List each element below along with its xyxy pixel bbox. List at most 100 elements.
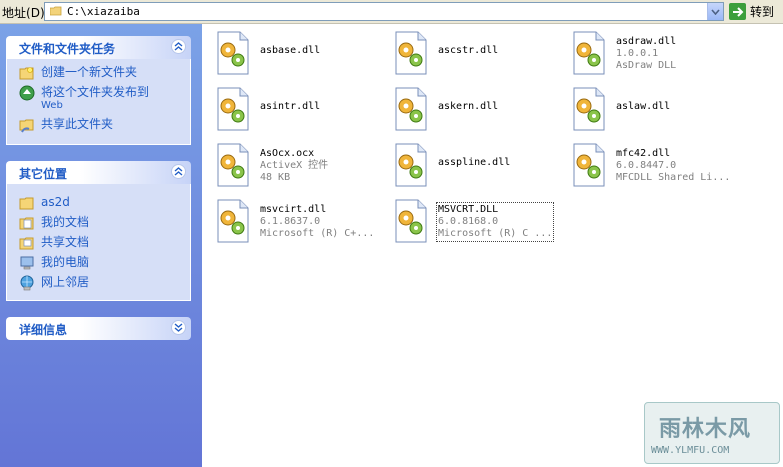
collapse-icon[interactable] <box>171 164 186 179</box>
ocx-file-icon <box>217 143 249 187</box>
place-label: as2d <box>41 195 70 209</box>
file-text: asspline.dll <box>438 157 510 169</box>
file-text: msvcirt.dll 6.1.8637.0 Microsoft (R) C+.… <box>260 204 374 240</box>
dll-file-icon <box>573 143 605 187</box>
file-name: aslaw.dll <box>616 101 671 112</box>
address-bar: 地址(D) C:\xiazaiba 转到 <box>0 0 783 24</box>
address-shortcut: (D) <box>26 6 45 20</box>
watermark-logo: 雨林木风 WWW.YLMFU.COM <box>644 402 780 464</box>
file-text: MSVCRT.DLL 6.0.8168.0 Microsoft (R) C ..… <box>435 202 555 242</box>
other-places-header[interactable]: 其它位置 <box>6 161 191 184</box>
dll-file-icon <box>217 31 249 75</box>
file-type: ActiveX 控件 <box>260 160 329 171</box>
task-label: 创建一个新文件夹 <box>41 65 138 79</box>
place-my-documents[interactable]: 我的文档 <box>7 213 190 233</box>
task-label: 共享此文件夹 <box>41 117 114 131</box>
file-item[interactable]: aslaw.dll <box>558 83 728 135</box>
file-version: 6.0.8447.0 <box>616 160 677 171</box>
file-name: mfc42.dll <box>616 148 671 159</box>
file-text: ascstr.dll <box>438 45 498 57</box>
place-label: 我的电脑 <box>41 255 90 269</box>
file-text: askern.dll <box>438 101 498 113</box>
dll-file-icon <box>395 87 427 131</box>
publish-web-icon <box>19 85 35 101</box>
file-text: asdraw.dll 1.0.0.1 AsDraw DLL <box>616 36 676 72</box>
place-network[interactable]: 网上邻居 <box>7 273 190 293</box>
share-folder-icon <box>19 119 34 133</box>
file-version: 6.1.8637.0 <box>260 216 321 227</box>
file-version: 1.0.0.1 <box>616 48 659 59</box>
place-label: 网上邻居 <box>41 275 90 289</box>
dll-file-icon <box>573 87 605 131</box>
panel-title: 详细信息 <box>19 323 68 337</box>
task-new-folder[interactable]: 创建一个新文件夹 <box>7 63 190 83</box>
file-name: asintr.dll <box>260 101 321 112</box>
task-label-main: 将这个文件夹发布到 <box>41 85 150 99</box>
dll-file-icon <box>395 199 427 243</box>
place-my-computer[interactable]: 我的电脑 <box>7 253 190 273</box>
dll-file-icon <box>217 87 249 131</box>
file-text: AsOcx.ocx ActiveX 控件 48 KB <box>260 148 328 184</box>
file-tasks-header[interactable]: 文件和文件夹任务 <box>6 36 191 59</box>
go-arrow-icon <box>729 3 746 20</box>
task-label: 将这个文件夹发布到 Web <box>41 85 149 113</box>
file-version: 6.0.8168.0 <box>438 216 499 227</box>
dll-file-icon <box>395 31 427 75</box>
folder-icon <box>50 6 62 16</box>
details-header[interactable]: 详细信息 <box>6 317 191 340</box>
file-text: aslaw.dll <box>616 101 670 113</box>
place-as2d[interactable]: as2d <box>7 193 190 213</box>
watermark-title: 雨林木风 <box>659 417 752 442</box>
file-item[interactable]: mfc42.dll 6.0.8447.0 MFCDLL Shared Li... <box>558 139 730 191</box>
file-item[interactable]: asintr.dll <box>202 83 372 135</box>
my-documents-icon <box>19 217 34 230</box>
panel-title: 其它位置 <box>19 167 68 181</box>
task-publish-web[interactable]: 将这个文件夹发布到 Web <box>7 83 190 115</box>
file-description: MFCDLL Shared Li... <box>616 172 731 183</box>
other-places-body: as2d 我的文档 共享文档 我的电脑 网上邻居 <box>6 184 191 301</box>
file-description: AsDraw DLL <box>616 60 677 71</box>
collapse-icon[interactable] <box>171 39 186 54</box>
file-name: asdraw.dll <box>616 36 677 47</box>
place-shared-documents[interactable]: 共享文档 <box>7 233 190 253</box>
expand-icon[interactable] <box>171 320 186 335</box>
network-places-icon <box>20 275 34 291</box>
dll-file-icon <box>573 31 605 75</box>
address-input[interactable]: C:\xiazaiba <box>44 2 724 21</box>
file-tasks-body: 创建一个新文件夹 将这个文件夹发布到 Web 共享此文件夹 <box>6 59 191 145</box>
go-button[interactable]: 转到 <box>729 2 781 21</box>
dll-file-icon <box>395 143 427 187</box>
place-label: 我的文档 <box>41 215 90 229</box>
file-item[interactable]: asdraw.dll 1.0.0.1 AsDraw DLL <box>558 27 728 79</box>
other-places-panel: 其它位置 as2d 我的文档 共享文档 我的电脑 网上邻居 <box>6 161 191 301</box>
task-share-folder[interactable]: 共享此文件夹 <box>7 115 190 135</box>
address-dropdown-button[interactable] <box>707 3 723 20</box>
watermark-url: WWW.YLMFU.COM <box>651 445 730 456</box>
task-label-sub: Web <box>41 100 63 111</box>
file-text: asintr.dll <box>260 101 320 113</box>
new-folder-icon <box>19 67 34 80</box>
address-label-text: 地址 <box>2 6 27 20</box>
file-item-selected[interactable]: MSVCRT.DLL 6.0.8168.0 Microsoft (R) C ..… <box>380 195 555 247</box>
file-description: Microsoft (R) C ... <box>438 228 553 239</box>
file-item[interactable]: msvcirt.dll 6.1.8637.0 Microsoft (R) C+.… <box>202 195 374 247</box>
file-name: ascstr.dll <box>438 45 499 56</box>
file-text: mfc42.dll 6.0.8447.0 MFCDLL Shared Li... <box>616 148 730 184</box>
file-name: AsOcx.ocx <box>260 148 315 159</box>
file-text: asbase.dll <box>260 45 320 57</box>
file-item[interactable]: asspline.dll <box>380 139 550 191</box>
file-name: asspline.dll <box>438 157 511 168</box>
go-label: 转到 <box>750 5 775 19</box>
file-size: 48 KB <box>260 172 291 183</box>
file-tasks-panel: 文件和文件夹任务 创建一个新文件夹 将这个文件夹发布到 Web 共享此文件夹 <box>6 36 191 145</box>
file-name: MSVCRT.DLL <box>438 204 499 215</box>
panel-title: 文件和文件夹任务 <box>19 42 116 56</box>
address-label: 地址(D) <box>2 4 45 21</box>
file-description: Microsoft (R) C+... <box>260 228 375 239</box>
file-item[interactable]: asbase.dll <box>202 27 372 79</box>
file-item[interactable]: askern.dll <box>380 83 550 135</box>
task-pane: 文件和文件夹任务 创建一个新文件夹 将这个文件夹发布到 Web 共享此文件夹 其… <box>0 24 202 467</box>
file-item[interactable]: ascstr.dll <box>380 27 550 79</box>
place-label: 共享文档 <box>41 235 90 249</box>
file-item[interactable]: AsOcx.ocx ActiveX 控件 48 KB <box>202 139 372 191</box>
